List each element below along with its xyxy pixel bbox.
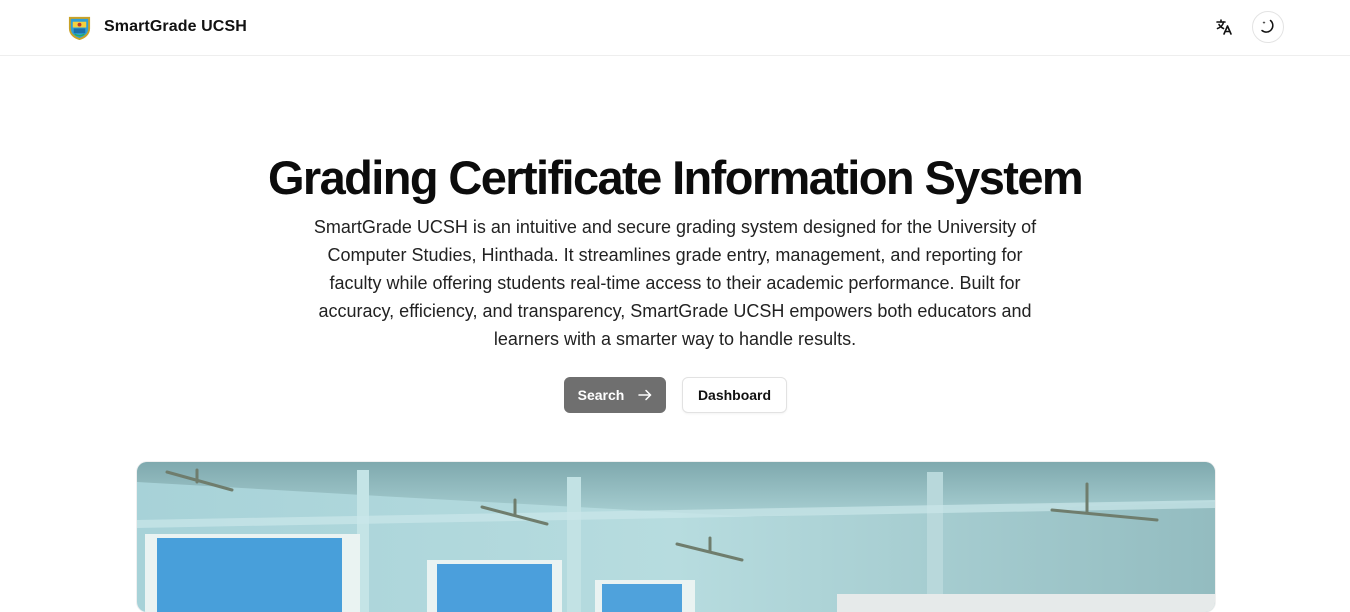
search-button-label: Search [577, 387, 625, 403]
language-button[interactable] [1208, 11, 1240, 43]
arrow-right-icon [638, 389, 652, 401]
dashboard-button[interactable]: Dashboard [682, 377, 787, 413]
moon-icon [1261, 19, 1274, 33]
theme-toggle-button[interactable] [1252, 11, 1284, 43]
ucsh-logo-icon [68, 16, 91, 40]
brand-link[interactable]: SmartGrade UCSH [67, 14, 247, 40]
top-navbar: SmartGrade UCSH [0, 0, 1350, 56]
classroom-photo [137, 462, 1215, 612]
page-title: Grading Certificate Information System [267, 151, 1084, 204]
brand-name: SmartGrade UCSH [104, 18, 247, 35]
translate-icon [1216, 19, 1232, 35]
search-button[interactable]: Search [564, 377, 666, 413]
hero-description: SmartGrade UCSH is an intuitive and secu… [313, 217, 1037, 349]
